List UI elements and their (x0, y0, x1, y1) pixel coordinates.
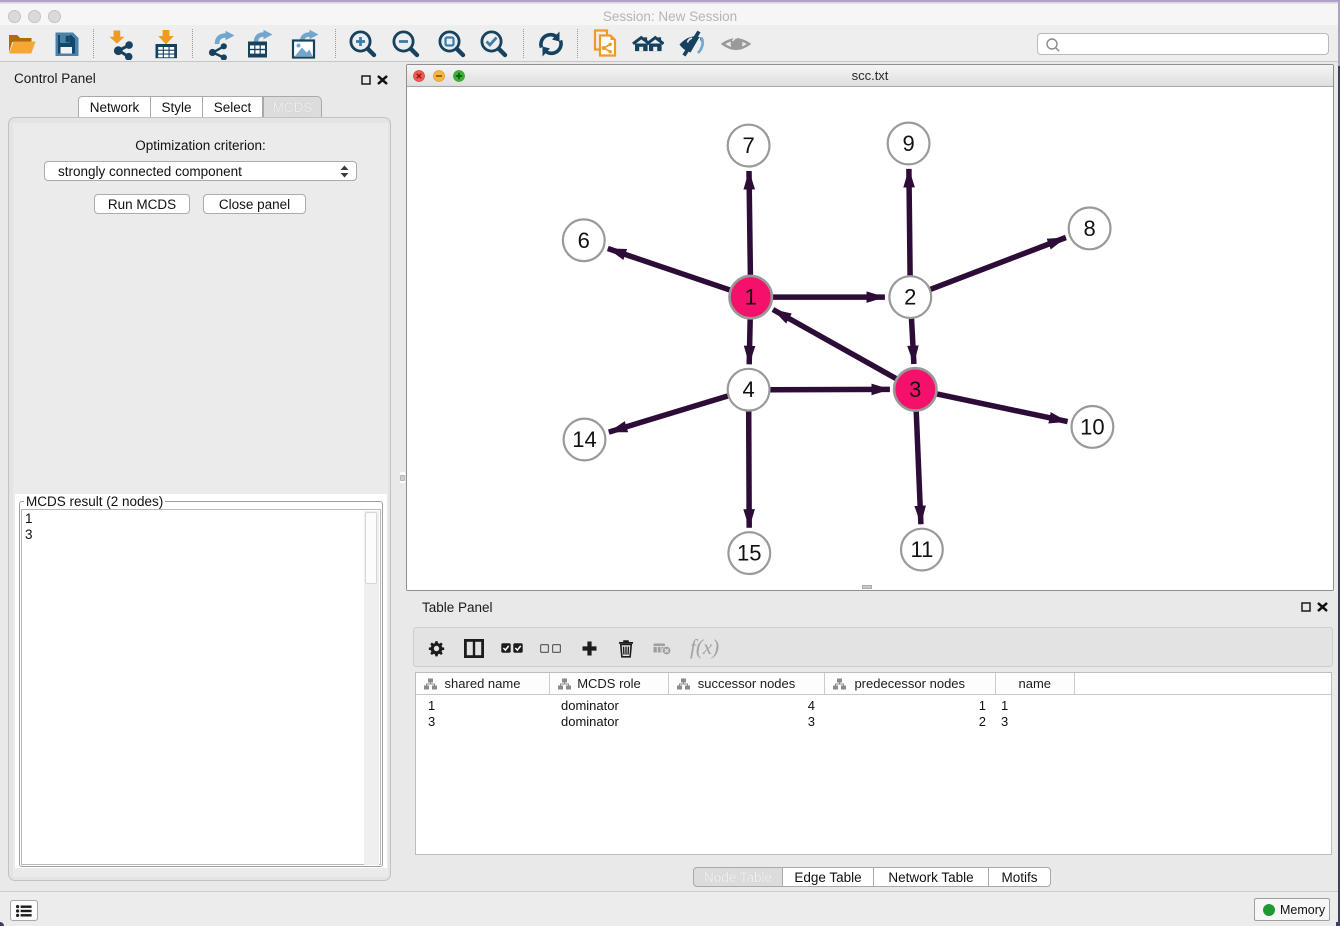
svg-text:3: 3 (909, 377, 921, 402)
svg-text:9: 9 (902, 131, 914, 156)
svg-text:8: 8 (1083, 216, 1095, 241)
svg-text:7: 7 (742, 133, 754, 158)
svg-text:11: 11 (910, 537, 933, 562)
svg-text:10: 10 (1080, 414, 1104, 439)
svg-text:1: 1 (745, 285, 757, 310)
svg-text:14: 14 (572, 427, 596, 452)
svg-text:15: 15 (737, 541, 761, 566)
svg-text:6: 6 (578, 228, 590, 253)
svg-text:2: 2 (904, 285, 916, 310)
svg-text:4: 4 (742, 377, 754, 402)
